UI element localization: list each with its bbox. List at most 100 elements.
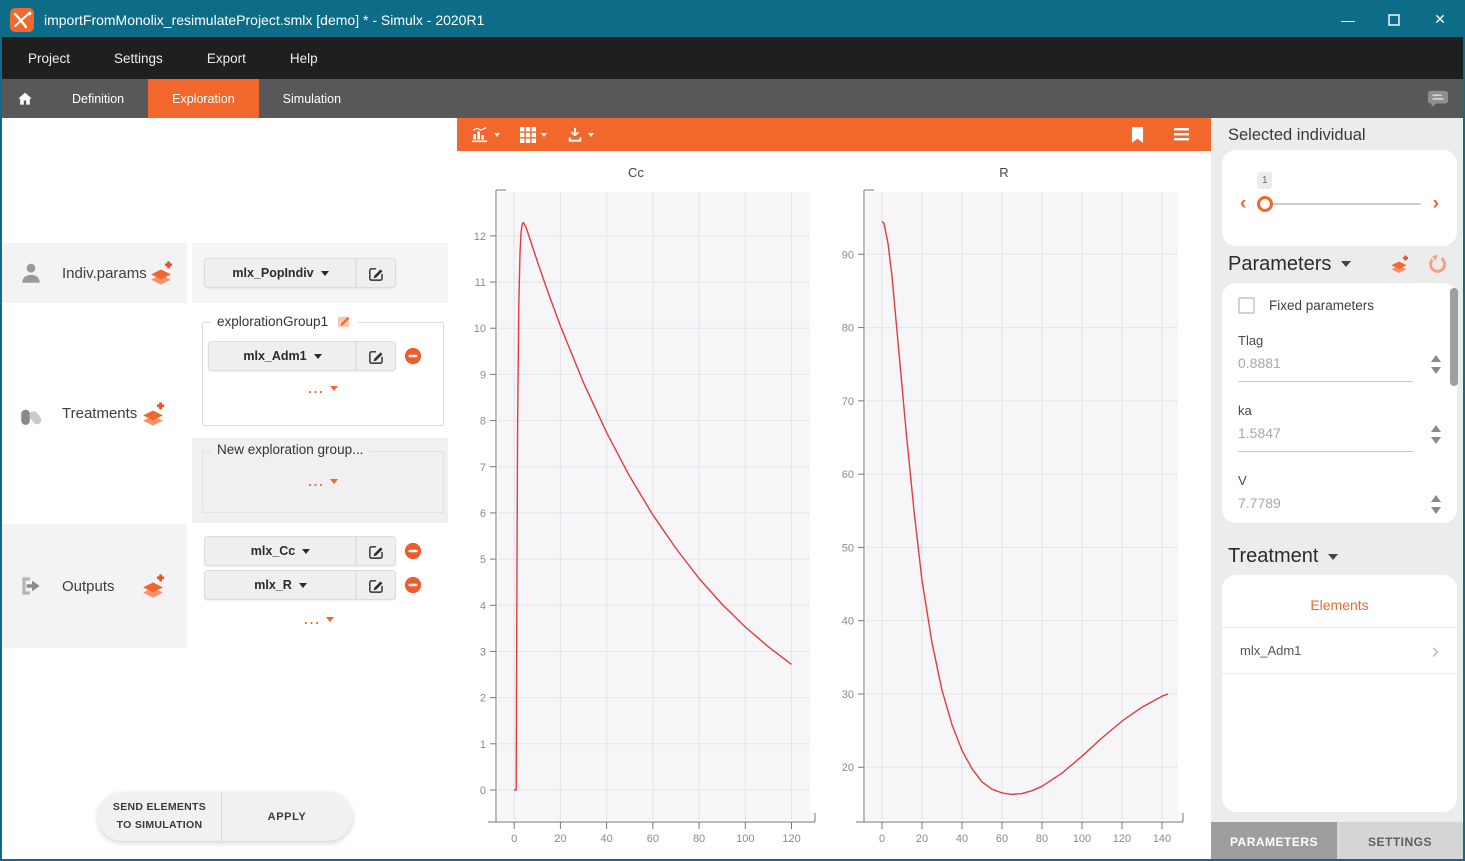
add-output-icon[interactable] [139,572,167,600]
home-tab[interactable] [2,79,48,118]
treatment-more-dropdown[interactable]: ... [203,381,443,396]
new-group-legend: New exploration group... [211,442,369,457]
pencil-icon [368,348,385,365]
arrow-down-icon[interactable] [1431,367,1441,374]
chevron-left-icon[interactable]: ‹ [1240,194,1246,213]
dots-label: ... [304,612,321,627]
treatment-title[interactable]: Treatment [1228,545,1318,568]
tab-parameters[interactable]: PARAMETERS [1211,822,1337,861]
remove-treatment-icon[interactable] [404,347,422,365]
output-selector-r[interactable]: mlx_R [204,570,356,600]
fixed-parameters-checkbox[interactable] [1238,297,1255,314]
svg-text:1: 1 [480,739,486,751]
output-selector-cc[interactable]: mlx_Cc [204,536,356,566]
menu-settings[interactable]: Settings [114,51,163,66]
minimize-button[interactable]: — [1325,2,1371,37]
selected-individual-title: Selected individual [1228,126,1366,145]
arrow-up-icon[interactable] [1431,495,1441,502]
menu-bar: Project Settings Export Help [2,37,1463,79]
maximize-button[interactable] [1371,2,1417,37]
action-buttons: SEND ELEMENTS TO SIMULATION APPLY [98,792,352,841]
chevron-right-icon[interactable]: › [1433,194,1439,213]
chart-cc-plot[interactable]: 0123456789101112020406080100120 [452,187,820,847]
tab-settings[interactable]: SETTINGS [1337,822,1463,861]
indiv-param-selector[interactable]: mlx_PopIndiv [204,258,356,288]
treatment-selector-label: mlx_Adm1 [243,349,306,363]
menu-help[interactable]: Help [290,51,318,66]
rename-group-pencil-icon[interactable] [336,313,352,329]
treatment-element-row[interactable]: mlx_Adm1 › [1222,628,1457,674]
param-ka-input[interactable]: 1.5847 [1238,425,1413,452]
param-tlag-label: Tlag [1238,333,1263,348]
arrow-down-icon[interactable] [1431,437,1441,444]
speech-bubble-icon [1427,89,1449,109]
outputs-more-dropdown[interactable]: ... [204,612,434,627]
svg-text:0: 0 [511,833,517,845]
selected-individual-card: ‹ 1 › [1222,150,1457,246]
tab-definition[interactable]: Definition [48,79,148,118]
param-v-stepper[interactable] [1431,495,1441,514]
chart-r-plot[interactable]: 2030405060708090020406080100120140 [820,187,1188,847]
chart-type-dropdown[interactable] [471,127,500,143]
pencil-icon [368,577,385,594]
charts-area: Cc 0123456789101112020406080100120 R 203… [448,151,1211,847]
edit-output-r-button[interactable] [356,570,396,600]
remove-output-cc-icon[interactable] [404,542,422,560]
svg-text:40: 40 [956,833,968,845]
reset-icon[interactable] [1425,252,1449,276]
add-parameters-element-icon[interactable] [1387,252,1411,276]
panel-scrollbar[interactable] [1450,288,1458,386]
close-button[interactable]: ✕ [1417,2,1463,37]
arrow-up-icon[interactable] [1431,355,1441,362]
arrow-up-icon[interactable] [1431,425,1441,432]
remove-output-r-icon[interactable] [404,576,422,594]
edit-indiv-param-button[interactable] [356,258,396,288]
apply-button[interactable]: APPLY [222,792,352,841]
menu-lines-icon[interactable] [1174,128,1189,141]
app-logo-icon [10,8,34,32]
param-v-input[interactable]: 7.7789 [1238,495,1413,522]
svg-text:60: 60 [996,833,1008,845]
add-indiv-param-icon[interactable] [147,259,175,287]
param-tlag-stepper[interactable] [1431,355,1441,374]
output-r-label: mlx_R [254,578,292,592]
bookmark-icon[interactable] [1131,127,1144,143]
elements-panel: Indiv.params Treatments [2,118,448,861]
edit-treatment-button[interactable] [356,341,396,371]
treatment-element-name: mlx_Adm1 [1240,643,1301,658]
edit-output-cc-button[interactable] [356,536,396,566]
fixed-parameters-label: Fixed parameters [1269,298,1374,313]
export-dropdown[interactable] [567,127,594,143]
treatments-content: explorationGroup1 mlx_Adm1 [192,306,448,438]
svg-text:120: 120 [1113,833,1131,845]
arrow-down-icon[interactable] [1431,507,1441,514]
add-treatment-icon[interactable] [139,400,167,428]
param-tlag-input[interactable]: 0.8881 [1238,355,1413,382]
grid-icon [520,127,536,143]
parameters-title[interactable]: Parameters [1228,253,1331,276]
svg-text:80: 80 [1036,833,1048,845]
param-v-label: V [1238,473,1247,488]
layout-grid-dropdown[interactable] [520,127,547,143]
svg-text:4: 4 [480,600,486,612]
slider-handle[interactable]: 1 [1257,196,1273,212]
new-exploration-group-box[interactable]: New exploration group... ... [202,451,444,513]
svg-text:0: 0 [480,785,486,797]
treatment-selector[interactable]: mlx_Adm1 [208,341,356,371]
send-elements-button[interactable]: SEND ELEMENTS TO SIMULATION [98,792,222,841]
indiv-params-content: mlx_PopIndiv [192,243,448,303]
chevron-down-icon [541,133,547,137]
svg-text:90: 90 [842,249,854,261]
menu-export[interactable]: Export [207,51,246,66]
indiv-params-label: Indiv.params [62,265,147,282]
svg-text:2: 2 [480,693,486,705]
feedback-button[interactable] [1413,79,1463,118]
new-group-more-dropdown[interactable]: ... [203,474,443,489]
menu-project[interactable]: Project [28,51,70,66]
treatment-card: Elements mlx_Adm1 › [1222,575,1457,812]
section-treatments: Treatments [2,306,187,521]
param-ka-stepper[interactable] [1431,425,1441,444]
tab-exploration[interactable]: Exploration [148,79,259,118]
tab-simulation[interactable]: Simulation [259,79,365,118]
slider-track[interactable]: 1 [1258,203,1420,205]
